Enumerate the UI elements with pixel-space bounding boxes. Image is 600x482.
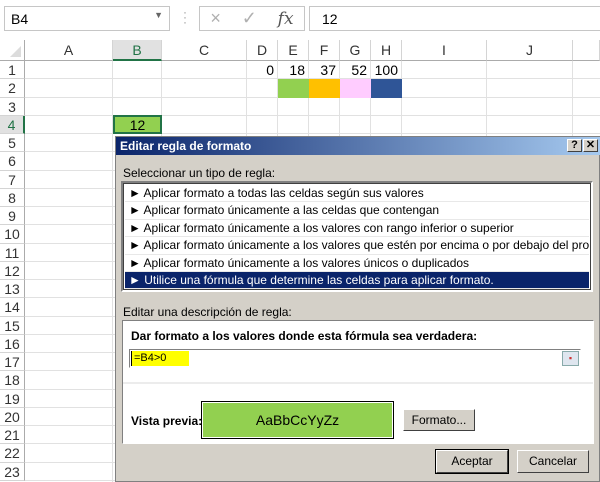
row-header-17[interactable]: 17 [0,353,25,372]
chevron-down-icon[interactable]: ▼ [154,10,163,20]
divider [123,382,593,384]
select-rule-type-label: Seleccionar un tipo de regla: [123,166,276,180]
formula-input[interactable]: 12 [309,6,600,31]
close-button[interactable]: ✕ [583,139,598,152]
help-button[interactable]: ? [567,139,582,152]
column-header-h[interactable]: H [371,40,402,61]
row-header-13[interactable]: 13 [0,280,25,299]
formula-label: Dar formato a los valores donde esta fór… [131,329,478,343]
cell-f1[interactable]: 37 [309,61,340,79]
cancel-icon[interactable]: × [210,8,221,29]
rule-type-item[interactable]: ► Aplicar formato a todas las celdas seg… [125,185,589,203]
formula-bar: B4 ▼ · · · × ✓ fx 12 [0,0,600,38]
color-cell-f2[interactable] [309,79,340,98]
rule-description-panel: Dar formato a los valores donde esta fór… [122,320,594,444]
column-header-e[interactable]: E [278,40,309,61]
select-all-corner[interactable] [0,40,25,61]
cell-h1[interactable]: 100 [371,61,402,79]
row-header-21[interactable]: 21 [0,426,25,445]
format-button[interactable]: Formato... [403,409,475,431]
formula-value: =B4>0 [131,351,189,366]
gridline [25,114,600,116]
column-header-d[interactable]: D [247,40,278,61]
name-box[interactable]: B4 ▼ [4,6,170,31]
dialog-title: Editar regla de formato [120,139,252,153]
row-header-6[interactable]: 6 [0,152,25,171]
column-header-c[interactable]: C [162,40,247,61]
edit-description-label: Editar una descripción de regla: [123,305,292,319]
cell-g1[interactable]: 52 [340,61,371,79]
color-cell-h2[interactable] [371,79,402,98]
column-header-j[interactable]: J [487,40,573,61]
insert-function-icon[interactable]: fx [278,9,294,29]
dialog-titlebar[interactable]: Editar regla de formato ? ✕ [116,137,600,155]
active-cell-b4[interactable]: 12 [113,114,162,134]
formula-field[interactable]: =B4>0 ▪ [129,349,581,368]
cancel-button[interactable]: Cancelar [517,450,589,473]
row-header-10[interactable]: 10 [0,225,25,244]
row-header-2[interactable]: 2 [0,79,25,98]
row-header-18[interactable]: 18 [0,371,25,390]
row-header-9[interactable]: 9 [0,207,25,226]
rule-type-list[interactable]: ► Aplicar formato a todas las celdas seg… [121,181,593,292]
rule-type-item[interactable]: ► Aplicar formato únicamente a los valor… [125,237,589,255]
format-preview: AaBbCcYyZz [201,401,394,439]
row-header-16[interactable]: 16 [0,334,25,353]
row-header-4[interactable]: 4 [0,115,25,134]
row-header-11[interactable]: 11 [0,243,25,262]
rule-type-item[interactable]: ► Utilice una fórmula que determine las … [125,271,589,290]
row-header-14[interactable]: 14 [0,298,25,317]
name-box-value: B4 [11,11,29,27]
column-header-f[interactable]: F [309,40,340,61]
column-header-i[interactable]: I [402,40,487,61]
row-header-3[interactable]: 3 [0,97,25,116]
rule-type-item[interactable]: ► Aplicar formato únicamente a las celda… [125,202,589,220]
ok-button[interactable]: Aceptar [435,449,509,474]
gridline [25,133,600,134]
row-header-7[interactable]: 7 [0,170,25,189]
preview-label: Vista previa: [131,414,203,428]
column-header-g[interactable]: G [340,40,371,61]
row-header-12[interactable]: 12 [0,261,25,280]
row-header-23[interactable]: 23 [0,462,25,481]
color-cell-e2[interactable] [278,79,309,98]
enter-icon[interactable]: ✓ [242,8,257,29]
row-header-1[interactable]: 1 [0,61,25,80]
row-header-22[interactable]: 22 [0,444,25,463]
cell-e1[interactable]: 18 [278,61,309,79]
drag-handle-icon[interactable]: · · · [183,6,187,28]
cell-d1[interactable]: 0 [247,61,278,79]
column-header-b[interactable]: B [113,40,162,61]
rule-type-item[interactable]: ► Aplicar formato únicamente a los valor… [125,220,589,238]
column-header-a[interactable]: A [25,40,113,61]
row-header-8[interactable]: 8 [0,188,25,207]
edit-format-rule-dialog: Editar regla de formato ? ✕ Seleccionar … [115,136,600,482]
row-header-15[interactable]: 15 [0,316,25,335]
row-header-5[interactable]: 5 [0,134,25,153]
color-cell-g2[interactable] [340,79,371,98]
rule-type-item[interactable]: ► Aplicar formato únicamente a los valor… [125,255,589,272]
collapse-dialog-icon[interactable]: ▪ [562,351,579,366]
row-header-20[interactable]: 20 [0,407,25,426]
formula-buttons: × ✓ fx [199,6,305,31]
column-header-k[interactable] [573,40,600,61]
row-header-19[interactable]: 19 [0,389,25,408]
